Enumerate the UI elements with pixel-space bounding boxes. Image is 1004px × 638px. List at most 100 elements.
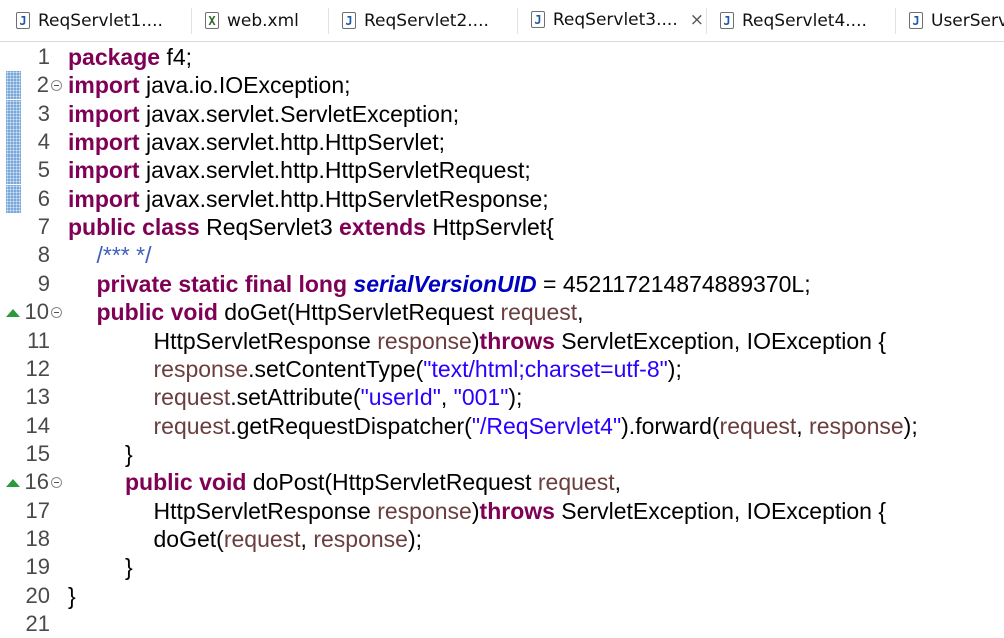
close-tab-icon[interactable]: × [690,10,704,30]
code-token: ) [471,497,480,524]
code-text: private static final long serialVersionU… [97,270,811,298]
code-token: , [577,299,584,326]
code-line[interactable]: 4 import javax.servlet.http.HttpServlet; [0,128,1004,157]
code-line[interactable]: 19} [0,553,1004,581]
collapse-icon[interactable] [51,307,62,319]
code-token: javax.servlet.ServletException; [139,100,460,127]
code-token: ); [667,355,682,382]
line-number: 20 [25,582,50,608]
code-token: import [68,100,140,127]
editor-tab-bar: J ReqServlet1.... Xweb.xml J ReqServlet2....… [0,0,1004,42]
code-token: response [809,412,904,439]
code-token: "/ReqServlet4" [471,412,622,439]
change-marker [6,128,21,157]
code-line[interactable]: 13 request.setAttribute("userId", "001"); [0,383,1004,411]
code-token: response [377,327,472,354]
collapse-icon[interactable] [51,477,62,489]
code-token: request [153,384,231,411]
code-line[interactable]: 5 import javax.servlet.http.HttpServletRe… [0,156,1004,185]
tab-label: ReqServlet4.... [742,10,867,31]
code-token: javax.servlet.http.HttpServletRequest; [139,157,531,184]
code-line[interactable]: 2 import java.io.IOException; [0,71,1004,100]
code-line[interactable]: 9 private static final long serialVersion… [0,270,1004,298]
java-file-icon: J [342,12,356,29]
line-number: 3 [37,100,50,126]
code-line[interactable]: 7 public class ReqServlet3 extends HttpSe… [0,213,1004,241]
code-token: response [313,525,408,552]
code-token: "001" [453,384,509,411]
tab-1[interactable]: J ReqServlet1.... [4,0,189,41]
code-token: request [153,412,231,439]
code-line[interactable]: 10 public void doGet(HttpServletRequest r… [0,298,1004,326]
code-line[interactable]: 12 response.setContentType("text/html;cha… [0,355,1004,383]
code-editor[interactable]: 1 package f4; 2 import java.io.IOException;… [0,42,1004,636]
code-text: public class ReqServlet3 extends HttpSer… [68,213,554,241]
code-line[interactable]: 17 HttpServletResponse response)throws Se… [0,497,1004,525]
code-line[interactable]: 14 request.getRequestDispatcher("/ReqServ… [0,412,1004,440]
tab-2[interactable]: Xweb.xml [193,0,326,41]
code-text: public void doGet(HttpServletRequest req… [97,298,584,326]
code-text: } [125,440,133,468]
code-text: /*** */ [97,241,152,269]
collapse-icon[interactable] [51,80,62,92]
code-token: import [68,72,140,99]
line-number: 1 [37,44,50,69]
code-line[interactable]: 16 public void doPost(HttpServletRequest … [0,468,1004,496]
code-token: class [142,214,200,241]
code-token: public [68,214,136,241]
tab-separator [706,8,707,34]
tab-label: ReqServlet3.... [552,9,678,30]
code-line[interactable]: 21 [0,610,1004,638]
code-token: public [125,469,193,496]
code-token: .setContentType( [248,355,424,382]
code-text: package f4; [68,43,192,71]
code-line[interactable]: 1 package f4; [0,43,1004,71]
code-text: response.setContentType("text/html;chars… [154,355,682,383]
code-token: package [68,44,161,70]
code-line[interactable]: 20} [0,582,1004,610]
tab-3[interactable]: J ReqServlet2.... [330,0,515,41]
code-token: ); [407,525,423,552]
java-file-icon: J [16,12,30,29]
code-text: request.setAttribute("userId", "001"); [154,383,523,411]
line-number: 6 [37,185,50,211]
code-line[interactable]: 15} [0,440,1004,468]
code-token: .getRequestDispatcher( [230,412,472,439]
code-text: public void doPost(HttpServletRequest re… [125,468,621,496]
line-number: 17 [25,497,50,523]
change-marker [6,71,21,100]
code-token: /*** */ [96,242,152,269]
code-token: void [199,469,247,496]
code-line[interactable]: 11 HttpServletResponse response)throws Se… [0,327,1004,355]
line-number: 19 [25,554,50,580]
tab-separator [191,8,192,34]
code-line[interactable]: 8 /*** */ [0,241,1004,269]
tab-4[interactable]: J ReqServlet3.... × [519,0,704,41]
code-line[interactable]: 6 import javax.servlet.http.HttpServletRe… [0,184,1004,213]
line-number: 13 [25,384,50,410]
line-number: 7 [37,214,50,240]
code-line[interactable]: 18 doGet(request, response); [0,525,1004,553]
tab-6[interactable]: J UserServ [897,0,1004,41]
code-token: response [377,497,472,524]
tab-label: ReqServlet1.... [38,10,163,31]
line-number: 9 [37,270,50,296]
code-text: import java.io.IOException; [68,71,351,99]
tab-5[interactable]: J ReqServlet4.... [708,0,893,41]
code-token: doGet( [153,525,224,552]
code-line[interactable]: 3 import javax.servlet.ServletException; [0,99,1004,128]
code-text: doGet(request, response); [154,525,423,553]
code-token: doPost(HttpServletRequest [246,469,538,496]
line-number: 14 [25,412,50,438]
line-number: 12 [25,355,50,381]
tab-label: ReqServlet2.... [364,10,489,31]
line-number: 16 [24,469,49,495]
code-token: public [96,299,165,326]
override-arrow-icon [6,479,20,488]
change-marker [6,156,21,185]
code-token: request [537,469,615,496]
code-token: void [170,299,218,326]
code-token: static [178,270,239,297]
change-marker [6,184,21,213]
java-file-icon: J [531,11,545,28]
